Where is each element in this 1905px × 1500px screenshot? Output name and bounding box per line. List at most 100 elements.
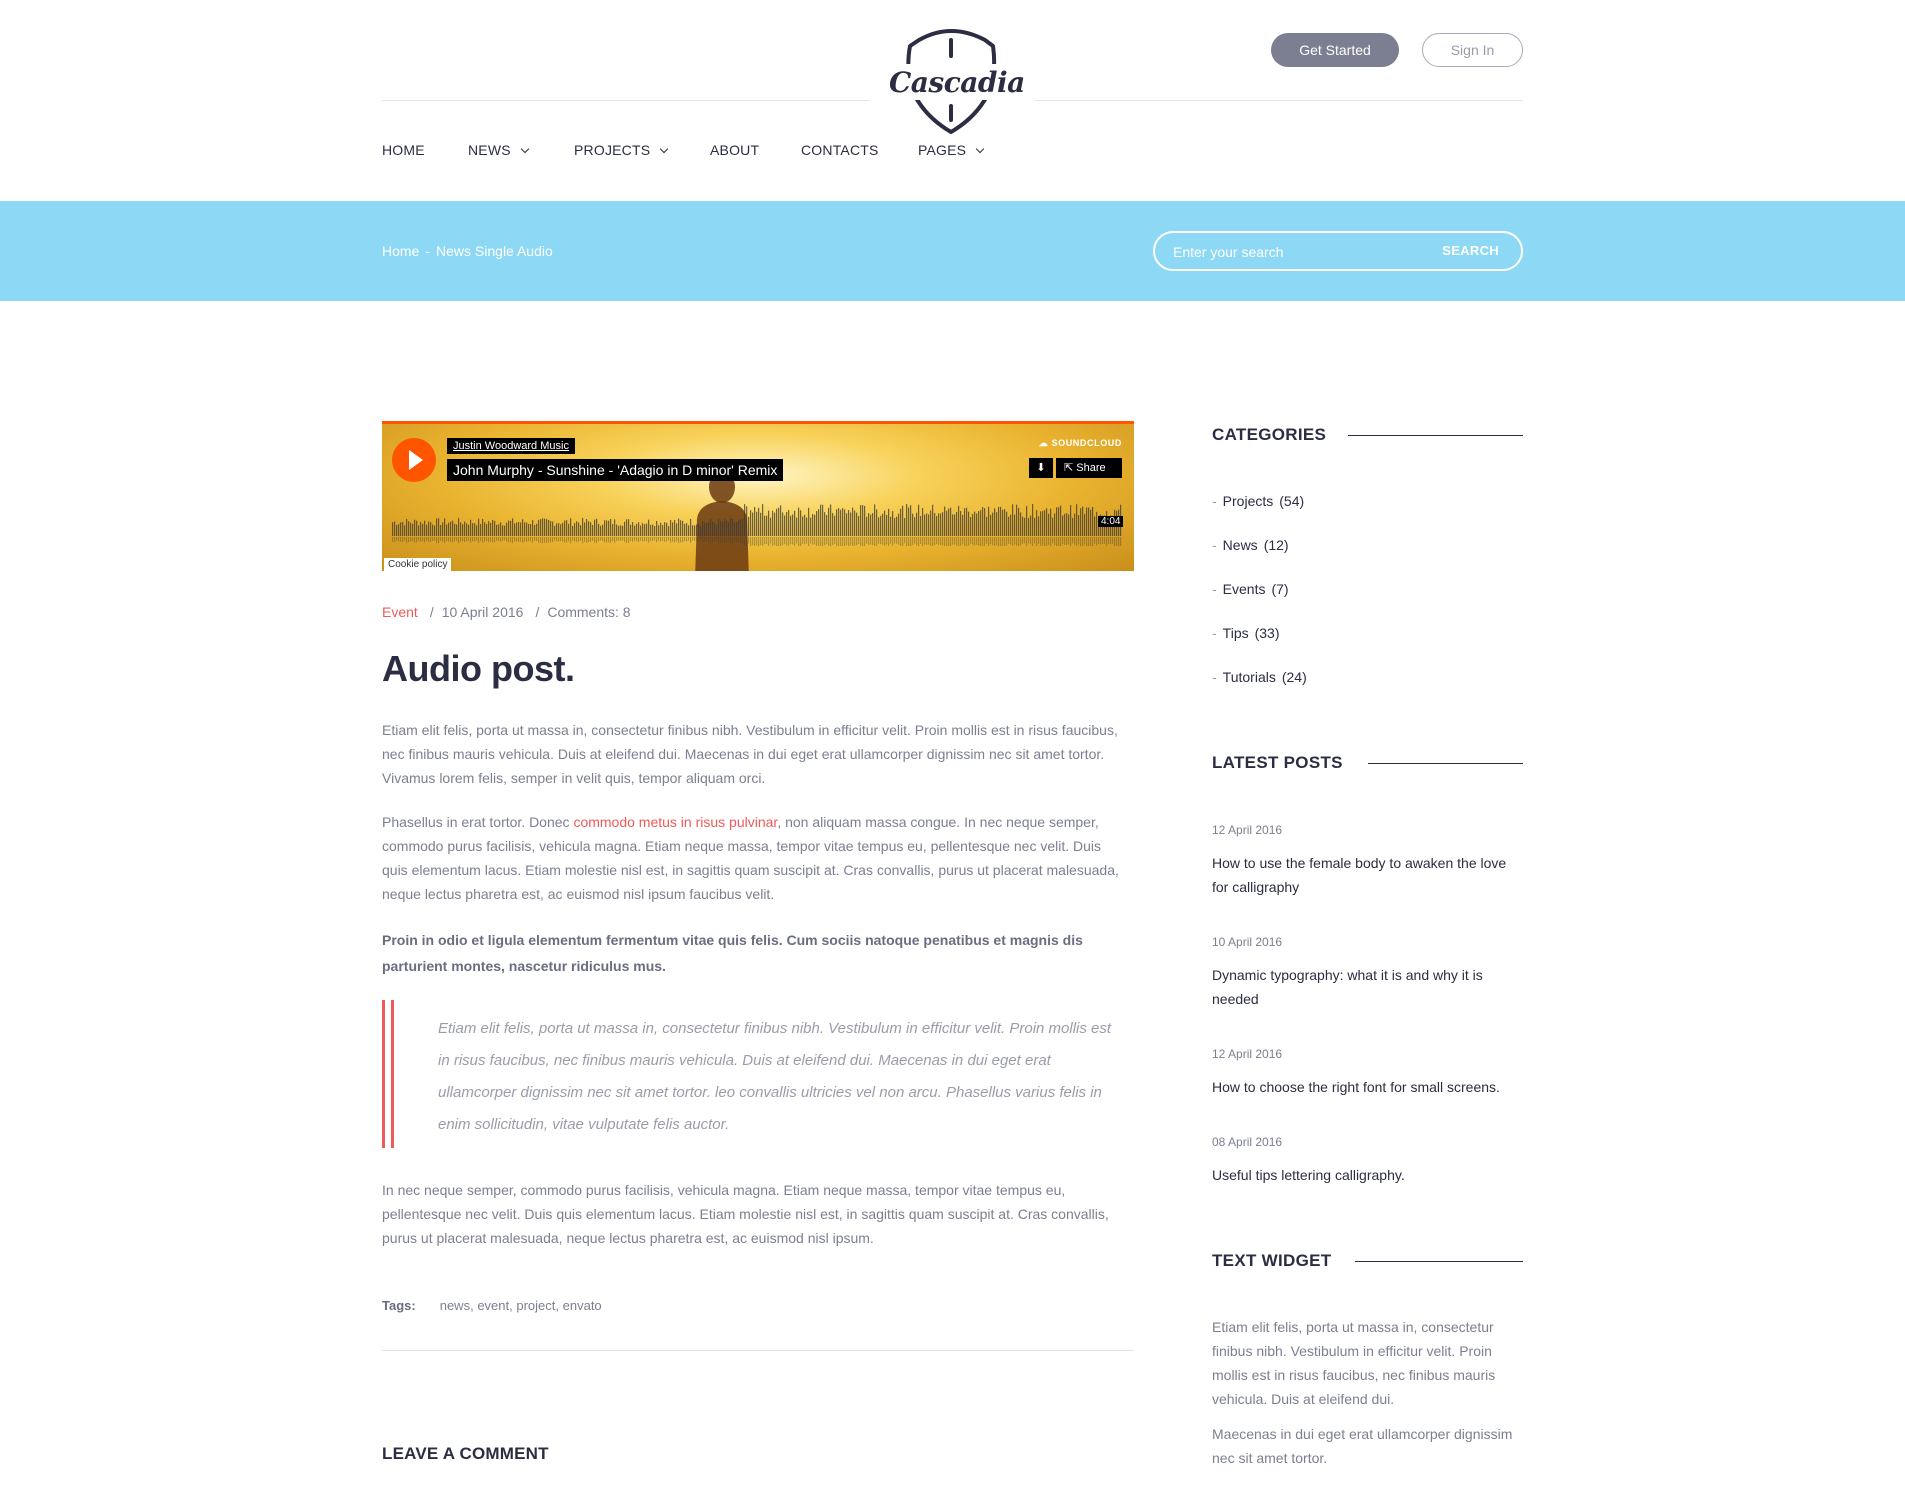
post-title: Audio post.: [382, 648, 575, 689]
text-widget-title: TEXT WIDGET: [1212, 1251, 1332, 1270]
latest-posts-title: LATEST POSTS: [1212, 753, 1343, 772]
meta-separator: /: [535, 604, 540, 620]
inline-link[interactable]: commodo metus in risus pulvinar: [573, 814, 777, 830]
category-news[interactable]: - News (12): [1212, 537, 1289, 553]
category-tutorials[interactable]: - Tutorials (24): [1212, 669, 1307, 685]
nav-home[interactable]: HOME: [382, 142, 425, 158]
track-title[interactable]: John Murphy - Sunshine - 'Adagio in D mi…: [447, 459, 784, 481]
text-widget-title-rule: [1355, 1261, 1523, 1262]
category-name: Tutorials: [1222, 669, 1276, 685]
cookie-policy-link[interactable]: Cookie policy: [384, 558, 452, 571]
list-dash: -: [1212, 669, 1217, 685]
breadcrumb-band: Home-News Single Audio SEARCH: [0, 201, 1905, 301]
search-button[interactable]: SEARCH: [1442, 243, 1499, 258]
site-header: Cascadia Get Started Sign In HOME NEWS P…: [0, 0, 1905, 201]
tag-link[interactable]: envato: [563, 1298, 602, 1313]
leave-comment-heading: LEAVE A COMMENT: [382, 1444, 549, 1463]
breadcrumb-home[interactable]: Home: [382, 243, 419, 259]
post-paragraph-2: Phasellus in erat tortor. Donec commodo …: [382, 810, 1122, 906]
quote-bar: [382, 1000, 394, 1148]
latest-posts-title-rule: [1368, 763, 1523, 764]
list-dash: -: [1212, 493, 1217, 509]
header-divider-right: [1035, 100, 1523, 101]
para2-text-before: Phasellus in erat tortor. Donec: [382, 814, 574, 830]
list-dash: -: [1212, 581, 1217, 597]
list-dash: -: [1212, 537, 1217, 553]
waveform[interactable]: [392, 496, 1122, 546]
chevron-down-icon: [975, 144, 985, 154]
tag-link[interactable]: project: [516, 1298, 555, 1313]
category-name: News: [1222, 537, 1258, 553]
quote-text: Etiam elit felis, porta ut massa in, con…: [438, 1020, 1112, 1133]
header-divider-left: [382, 100, 870, 101]
latest-post-date: 12 April 2016: [1212, 823, 1283, 837]
category-name: Tips: [1222, 625, 1249, 641]
soundcloud-player: Justin Woodward Music John Murphy - Suns…: [382, 421, 1134, 571]
category-count: (33): [1254, 625, 1280, 641]
play-button[interactable]: [392, 438, 436, 482]
category-count: (54): [1279, 493, 1305, 509]
meta-separator: /: [429, 604, 434, 620]
list-dash: -: [1212, 625, 1217, 641]
post-comments[interactable]: Comments: 8: [547, 604, 630, 620]
nav-contacts[interactable]: CONTACTS: [801, 142, 879, 158]
sign-in-button[interactable]: Sign In: [1422, 33, 1523, 67]
cloud-icon: ☁: [1038, 438, 1052, 448]
categories-title-rule: [1348, 435, 1523, 436]
post-paragraph-1: Etiam elit felis, porta ut massa in, con…: [382, 722, 1118, 786]
soundcloud-brand: SOUNDCLOUD: [1051, 438, 1122, 448]
track-artist[interactable]: Justin Woodward Music: [447, 438, 575, 454]
tag-link[interactable]: event: [477, 1298, 509, 1313]
get-started-button[interactable]: Get Started: [1271, 33, 1399, 67]
text-widget-paragraph: Maecenas in dui eget erat ullamcorper di…: [1212, 1426, 1513, 1466]
chevron-down-icon: [660, 144, 669, 154]
share-label: Share: [1076, 462, 1106, 474]
search-input[interactable]: [1173, 242, 1413, 262]
categories-title: CATEGORIES: [1212, 425, 1327, 444]
breadcrumb-current: News Single Audio: [436, 243, 553, 259]
logo-wordmark: Cascadia: [889, 66, 1025, 99]
latest-post-title[interactable]: How to choose the right font for small s…: [1212, 1075, 1522, 1099]
post-date: 10 April 2016: [441, 604, 524, 620]
category-projects[interactable]: - Projects (54): [1212, 493, 1304, 509]
latest-post-title[interactable]: Dynamic typography: what it is and why i…: [1212, 963, 1522, 1011]
category-name: Projects: [1222, 493, 1274, 509]
nav-pages[interactable]: PAGES: [918, 142, 985, 158]
nav-projects[interactable]: PROJECTS: [574, 142, 669, 158]
track-duration: 4:04: [1098, 516, 1124, 527]
breadcrumb: Home - News Single Audio: [382, 243, 553, 259]
category-count: (7): [1271, 581, 1289, 597]
nav-news[interactable]: NEWS: [468, 142, 530, 158]
nav-projects-label: PROJECTS: [574, 142, 651, 158]
category-name: Events: [1222, 581, 1266, 597]
blockquote: Etiam elit felis, porta ut massa in, con…: [382, 1000, 1134, 1148]
category-count: (24): [1281, 669, 1307, 685]
post-meta: Event / 10 April 2016 / Comments: 8: [382, 604, 631, 620]
tags-divider: [382, 1350, 1134, 1351]
share-button[interactable]: ⇱ Share: [1056, 458, 1122, 478]
tag-link[interactable]: news: [440, 1298, 470, 1313]
soundcloud-logo[interactable]: ☁ SOUNDCLOUD: [1039, 438, 1122, 449]
nav-home-label: HOME: [382, 142, 425, 158]
search-box: SEARCH: [1153, 231, 1523, 271]
category-events[interactable]: - Events (7): [1212, 581, 1289, 597]
download-icon[interactable]: ⬇: [1029, 458, 1053, 478]
post-tags: Tags: news, event, project, envato: [382, 1298, 602, 1313]
text-widget-paragraph: Etiam elit felis, porta ut massa in, con…: [1212, 1319, 1496, 1407]
nav-about[interactable]: ABOUT: [710, 142, 759, 158]
post-paragraph-3: In nec neque semper, commodo purus facil…: [382, 1182, 1109, 1246]
category-count: (12): [1263, 537, 1289, 553]
latest-post-title[interactable]: How to use the female body to awaken the…: [1212, 851, 1522, 899]
post-category[interactable]: Event: [382, 604, 418, 620]
share-icon: ⇱: [1064, 462, 1077, 474]
nav-pages-label: PAGES: [918, 142, 967, 158]
post-bold-paragraph: Proin in odio et ligula elementum fermen…: [382, 932, 1083, 974]
latest-post-title[interactable]: Useful tips lettering calligraphy.: [1212, 1163, 1522, 1187]
category-tips[interactable]: - Tips (33): [1212, 625, 1280, 641]
nav-about-label: ABOUT: [710, 142, 760, 158]
latest-post-date: 10 April 2016: [1212, 935, 1283, 949]
nav-contacts-label: CONTACTS: [801, 142, 879, 158]
chevron-down-icon: [520, 144, 530, 154]
site-logo[interactable]: Cascadia: [889, 24, 1025, 134]
latest-post-date: 08 April 2016: [1212, 1135, 1283, 1149]
